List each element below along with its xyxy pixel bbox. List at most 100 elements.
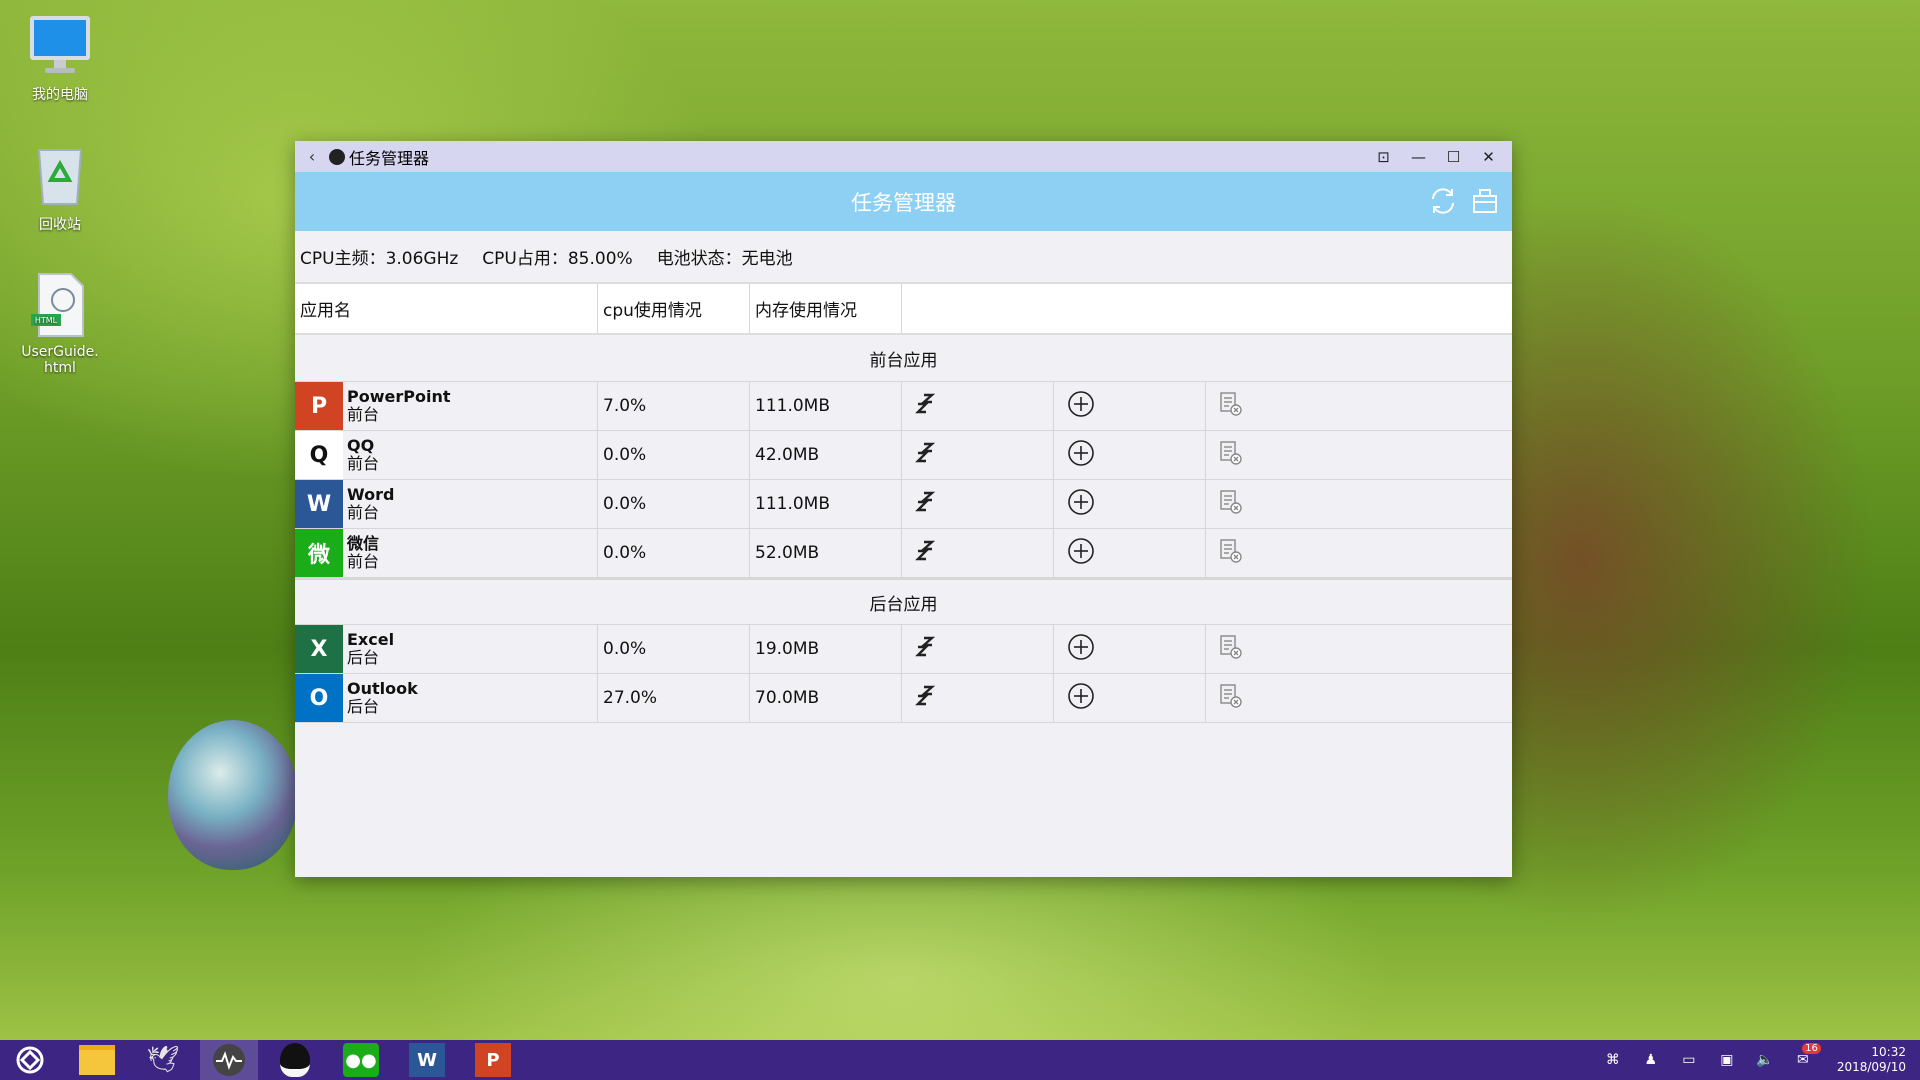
end-task-icon xyxy=(1218,683,1244,714)
end-task-button[interactable] xyxy=(1206,480,1512,528)
table-row[interactable]: O Outlook 后台 27.0% 70.0MB xyxy=(295,674,1512,723)
sleep-icon xyxy=(914,490,938,519)
desktop-icon-label: 我的电脑 xyxy=(32,87,88,103)
app-name-cell: O Outlook 后台 xyxy=(295,674,598,722)
app-name-cell: X Excel 后台 xyxy=(295,625,598,673)
recycle-bin-icon xyxy=(27,142,93,208)
-app-icon: 微 xyxy=(295,529,343,577)
end-task-button[interactable] xyxy=(1206,674,1512,722)
desktop-icon-label: 回收站 xyxy=(39,217,81,233)
powerpoint-app-icon: P xyxy=(295,382,343,430)
user-icon[interactable]: ♟ xyxy=(1641,1050,1661,1070)
app-name-cell: P PowerPoint 前台 xyxy=(295,382,598,430)
end-task-button[interactable] xyxy=(1206,431,1512,479)
column-header-cpu[interactable]: cpu使用情况 xyxy=(598,284,750,333)
plus-circle-icon xyxy=(1066,487,1096,522)
desktop-icon-recycle-bin[interactable]: 回收站 xyxy=(14,142,106,234)
svg-text:HTML: HTML xyxy=(35,316,58,325)
activity-monitor-icon xyxy=(213,1044,245,1076)
table-row[interactable]: P PowerPoint 前台 7.0% 111.0MB xyxy=(295,382,1512,431)
pin-icon[interactable]: ⊡ xyxy=(1366,148,1401,166)
app-cpu: 27.0% xyxy=(598,674,750,722)
taskbar-powerpoint[interactable]: P xyxy=(464,1040,522,1080)
add-button[interactable] xyxy=(1054,529,1206,577)
column-headers: 应用名 cpu使用情况 内存使用情况 xyxy=(295,282,1512,335)
app-state: 前台 xyxy=(347,405,380,424)
desktop-icon-my-computer[interactable]: 我的电脑 xyxy=(14,12,106,104)
volume-icon[interactable]: 🔈 xyxy=(1755,1050,1775,1070)
refresh-icon[interactable] xyxy=(1428,186,1458,216)
word-icon: W xyxy=(409,1043,445,1077)
app-name: Outlook xyxy=(347,678,418,698)
decorative-egg xyxy=(168,720,298,870)
html-file-icon: HTML xyxy=(27,272,93,338)
add-button[interactable] xyxy=(1054,625,1206,673)
taskbar: 🕊 ●● W P ⌘ ♟ ▭ ▣ 🔈 ✉ 16 10:32 2018/09/10 xyxy=(0,1040,1920,1080)
app-name: PowerPoint xyxy=(347,386,451,406)
sleep-button[interactable] xyxy=(902,480,1054,528)
add-button[interactable] xyxy=(1054,431,1206,479)
taskbar-eagle-app[interactable]: 🕊 xyxy=(134,1040,192,1080)
display-icon[interactable]: ▣ xyxy=(1717,1050,1737,1070)
app-state: 前台 xyxy=(347,454,380,473)
column-header-name[interactable]: 应用名 xyxy=(295,284,598,333)
app-cpu: 0.0% xyxy=(598,625,750,673)
taskbar-wechat[interactable]: ●● xyxy=(332,1040,390,1080)
app-mem: 52.0MB xyxy=(750,529,902,577)
header-title: 任务管理器 xyxy=(851,190,956,215)
qq-penguin-icon xyxy=(280,1043,310,1077)
table-row[interactable]: W Word 前台 0.0% 111.0MB xyxy=(295,480,1512,529)
plus-circle-icon xyxy=(1066,632,1096,667)
section-background: 后台应用 xyxy=(295,578,1512,625)
end-task-button[interactable] xyxy=(1206,625,1512,673)
app-name: 微信 xyxy=(347,533,380,553)
desktop-icon-userguide[interactable]: HTML UserGuide.html xyxy=(14,272,106,376)
outlook-app-icon: O xyxy=(295,674,343,722)
sleep-button[interactable] xyxy=(902,674,1054,722)
chevron-left-icon[interactable]: ‹ xyxy=(301,147,323,166)
clock[interactable]: 10:32 2018/09/10 xyxy=(1837,1045,1906,1075)
end-task-icon xyxy=(1218,489,1244,520)
maximize-icon[interactable]: ☐ xyxy=(1436,148,1471,166)
sleep-button[interactable] xyxy=(902,625,1054,673)
app-cpu: 0.0% xyxy=(598,431,750,479)
notification-icon[interactable]: ✉ 16 xyxy=(1793,1043,1821,1070)
network-share-icon[interactable]: ⌘ xyxy=(1603,1050,1623,1070)
taskbar-task-manager[interactable] xyxy=(200,1040,258,1080)
end-task-button[interactable] xyxy=(1206,529,1512,577)
monitor-icon xyxy=(27,12,93,78)
app-cpu: 0.0% xyxy=(598,529,750,577)
column-header-mem[interactable]: 内存使用情况 xyxy=(750,284,902,333)
task-manager-window: ‹ 任务管理器 ⊡ — ☐ ✕ 任务管理器 CPU主频：3.06GHz CPU占… xyxy=(295,141,1512,877)
table-row[interactable]: Q QQ 前台 0.0% 42.0MB xyxy=(295,431,1512,480)
add-button[interactable] xyxy=(1054,382,1206,430)
add-button[interactable] xyxy=(1054,674,1206,722)
sleep-button[interactable] xyxy=(902,431,1054,479)
column-header-blank xyxy=(902,284,1512,333)
sleep-icon xyxy=(914,392,938,421)
app-name-cell: W Word 前台 xyxy=(295,480,598,528)
table-row[interactable]: X Excel 后台 0.0% 19.0MB xyxy=(295,625,1512,674)
close-icon[interactable]: ✕ xyxy=(1471,148,1506,166)
taskbar-file-manager[interactable] xyxy=(68,1040,126,1080)
minimize-icon[interactable]: — xyxy=(1401,148,1436,166)
word-app-icon: W xyxy=(295,480,343,528)
app-header: 任务管理器 xyxy=(295,172,1512,231)
end-task-button[interactable] xyxy=(1206,382,1512,430)
taskbar-word[interactable]: W xyxy=(398,1040,456,1080)
taskbar-qq[interactable] xyxy=(266,1040,324,1080)
end-task-icon xyxy=(1218,634,1244,665)
sleep-button[interactable] xyxy=(902,382,1054,430)
clock-date: 2018/09/10 xyxy=(1836,1060,1906,1074)
app-name: Excel xyxy=(347,629,395,649)
battery-icon[interactable]: ▭ xyxy=(1679,1050,1699,1070)
toolbox-icon[interactable] xyxy=(1470,186,1500,216)
app-name: Word xyxy=(347,484,395,504)
desktop-icon-label: UserGuide.html xyxy=(21,344,99,377)
app-state: 后台 xyxy=(347,648,380,667)
table-row[interactable]: 微微信 前台 0.0% 52.0MB xyxy=(295,529,1512,578)
start-button[interactable] xyxy=(0,1040,60,1080)
app-mem: 42.0MB xyxy=(750,431,902,479)
add-button[interactable] xyxy=(1054,480,1206,528)
sleep-button[interactable] xyxy=(902,529,1054,577)
